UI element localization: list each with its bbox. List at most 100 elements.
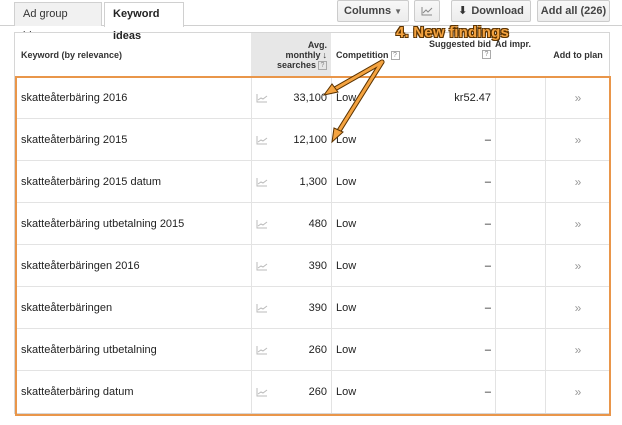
competition-cell: Low [336, 260, 357, 272]
avg-searches-cell: 1,300 [299, 176, 327, 188]
header-avg-line3: searches [276, 59, 316, 70]
keyword-cell[interactable]: skatteåterbäring datum [21, 371, 249, 413]
column-divider [251, 203, 252, 244]
chevron-down-icon: ▼ [394, 7, 402, 16]
column-divider [251, 329, 252, 370]
suggested-bid-cell: – [484, 344, 491, 356]
header-add-to-plan: Add to plan [547, 33, 609, 77]
header-avg-monthly-searches[interactable]: Avg. monthly ↓ searches? [251, 33, 331, 77]
add-to-plan-button[interactable]: » [547, 161, 609, 203]
add-all-button[interactable]: Add all (226) [537, 0, 610, 22]
annotation-label: 4. New findings [396, 24, 510, 41]
sort-down-icon: ↓ [322, 49, 328, 60]
column-divider [495, 161, 496, 202]
avg-searches-cell: 260 [308, 344, 327, 356]
column-divider [495, 203, 496, 244]
column-divider [251, 287, 252, 328]
keyword-cell[interactable]: skatteåterbäringen 2016 [21, 245, 249, 287]
chart-toggle-button[interactable] [414, 0, 440, 22]
header-competition-label: Competition [336, 50, 389, 60]
competition-cell: Low [336, 176, 357, 188]
competition-cell: Low [336, 344, 357, 356]
header-avg-line2: monthly [285, 49, 321, 60]
trend-chart-icon[interactable] [255, 203, 269, 245]
add-to-plan-button[interactable]: » [547, 287, 609, 329]
suggested-bid-cell: – [484, 176, 491, 188]
columns-button[interactable]: Columns ▼ [337, 0, 409, 22]
column-divider [545, 77, 546, 118]
suggested-bid-cell: – [484, 218, 491, 230]
column-divider [331, 371, 332, 413]
avg-searches-cell: 480 [308, 218, 327, 230]
keyword-cell[interactable]: skatteåterbäring utbetalning [21, 329, 249, 371]
add-to-plan-button[interactable]: » [547, 371, 609, 413]
add-all-label: Add all (226) [540, 5, 607, 17]
column-divider [495, 287, 496, 328]
suggested-bid-cell: kr52.47 [454, 92, 491, 104]
header-keyword-label: Keyword (by relevance) [21, 50, 123, 60]
table-row: skatteåterbäring 2015 datum 1,300 Low – » [15, 161, 609, 203]
trend-chart-icon[interactable] [255, 287, 269, 329]
avg-searches-cell: 12,100 [293, 134, 327, 146]
column-divider [331, 245, 332, 286]
column-divider [545, 329, 546, 370]
suggested-bid-cell: – [484, 302, 491, 314]
trend-chart-icon[interactable] [255, 161, 269, 203]
trend-chart-icon[interactable] [255, 119, 269, 161]
trend-chart-icon[interactable] [255, 371, 269, 413]
add-to-plan-button[interactable]: » [547, 329, 609, 371]
column-divider [331, 203, 332, 244]
column-divider [331, 287, 332, 328]
tab-keyword-ideas[interactable]: Keyword ideas [104, 2, 184, 42]
question-mark-icon[interactable]: ? [318, 61, 327, 71]
keyword-cell[interactable]: skatteåterbäring 2015 datum [21, 161, 249, 203]
download-icon: ⬇ [458, 5, 468, 17]
add-to-plan-button[interactable]: » [547, 77, 609, 119]
tab-ad-group-ideas[interactable]: Ad group ideas [14, 2, 102, 42]
add-to-plan-button[interactable]: » [547, 245, 609, 287]
avg-searches-cell: 390 [308, 302, 327, 314]
table-body: skatteåterbäring 2016 33,100 Low kr52.47» sk… [15, 77, 609, 413]
keyword-table: Keyword (by relevance) Avg. monthly ↓ sea… [14, 32, 610, 414]
column-divider [545, 119, 546, 160]
add-to-plan-button[interactable]: » [547, 203, 609, 245]
table-row: skatteåterbäringen 390 Low – » [15, 287, 609, 329]
competition-cell: Low [336, 134, 357, 146]
column-divider [251, 245, 252, 286]
column-divider [495, 119, 496, 160]
download-button[interactable]: ⬇ Download [451, 0, 531, 22]
column-divider [545, 245, 546, 286]
keyword-cell[interactable]: skatteåterbäring 2016 [21, 77, 249, 119]
column-divider [495, 77, 496, 118]
table-header: Keyword (by relevance) Avg. monthly ↓ sea… [15, 33, 609, 77]
column-divider [251, 371, 252, 413]
column-divider [331, 161, 332, 202]
keyword-cell[interactable]: skatteåterbäring 2015 [21, 119, 249, 161]
download-label: Download [471, 5, 524, 17]
avg-searches-cell: 33,100 [293, 92, 327, 104]
trend-chart-icon[interactable] [255, 329, 269, 371]
column-divider [331, 329, 332, 370]
competition-cell: Low [336, 302, 357, 314]
trend-chart-icon[interactable] [255, 245, 269, 287]
trend-chart-icon[interactable] [255, 77, 269, 119]
column-divider [495, 245, 496, 286]
table-row: skatteåterbäring 2016 33,100 Low kr52.47 » [15, 77, 609, 119]
columns-label: Columns [344, 5, 392, 17]
table-row: skatteåterbäring 2015 12,100 Low – » [15, 119, 609, 161]
header-avg-line1: Avg. [307, 39, 327, 50]
tab-bar: Ad group ideas Keyword ideas Columns▼ ⬇D… [0, 0, 622, 42]
header-add-label: Add to plan [553, 50, 603, 60]
competition-cell: Low [336, 218, 357, 230]
question-mark-icon[interactable]: ? [482, 50, 491, 60]
competition-cell: Low [336, 386, 357, 398]
question-mark-icon[interactable]: ? [390, 50, 400, 60]
avg-searches-cell: 390 [308, 260, 327, 272]
add-to-plan-button[interactable]: » [547, 119, 609, 161]
keyword-cell[interactable]: skatteåterbäringen [21, 287, 249, 329]
keyword-cell[interactable]: skatteåterbäring utbetalning 2015 [21, 203, 249, 245]
column-divider [331, 77, 332, 118]
column-divider [251, 161, 252, 202]
table-row: skatteåterbäring utbetalning 2015 480 Low –… [15, 203, 609, 245]
suggested-bid-cell: – [484, 260, 491, 272]
